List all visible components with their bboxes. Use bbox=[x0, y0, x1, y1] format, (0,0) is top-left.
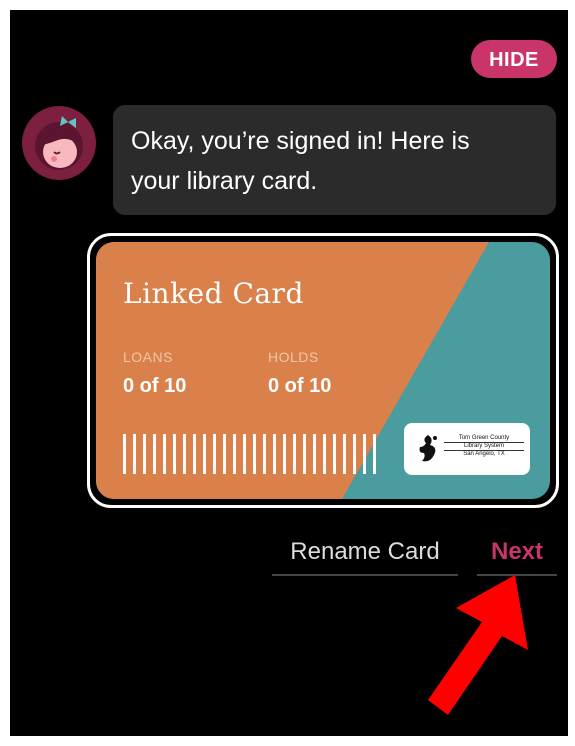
card-title: Linked Card bbox=[123, 277, 304, 310]
message-line-2: your library card. bbox=[131, 167, 318, 195]
app-screen: HIDE Okay, you’re signed in! Here is you… bbox=[10, 10, 568, 736]
barcode-icon bbox=[123, 434, 376, 474]
loans-label: LOANS bbox=[123, 349, 173, 365]
library-card[interactable]: Linked Card LOANS 0 of 10 HOLDS 0 of 10 bbox=[96, 242, 550, 499]
library-logo-icon: Tom Green County Library System San Ange… bbox=[404, 423, 530, 475]
chat-bubble: Okay, you’re signed in! Here is your lib… bbox=[113, 105, 556, 215]
library-name-line-2: Library System bbox=[444, 442, 524, 451]
loans-value: 0 of 10 bbox=[123, 375, 187, 397]
message-line-1: Okay, you’re signed in! Here is bbox=[131, 127, 470, 155]
holds-label: HOLDS bbox=[268, 349, 319, 365]
hide-button[interactable]: HIDE bbox=[471, 40, 557, 78]
holds-value: 0 of 10 bbox=[268, 375, 332, 397]
libby-avatar-icon bbox=[22, 106, 96, 180]
library-card-frame[interactable]: Linked Card LOANS 0 of 10 HOLDS 0 of 10 bbox=[87, 233, 559, 508]
library-city: San Angelo, TX bbox=[463, 451, 505, 457]
next-button[interactable]: Next bbox=[477, 526, 557, 576]
rename-card-button[interactable]: Rename Card bbox=[272, 526, 458, 576]
library-name-line-1: Tom Green County bbox=[458, 435, 510, 441]
red-arrow-icon bbox=[428, 575, 528, 715]
